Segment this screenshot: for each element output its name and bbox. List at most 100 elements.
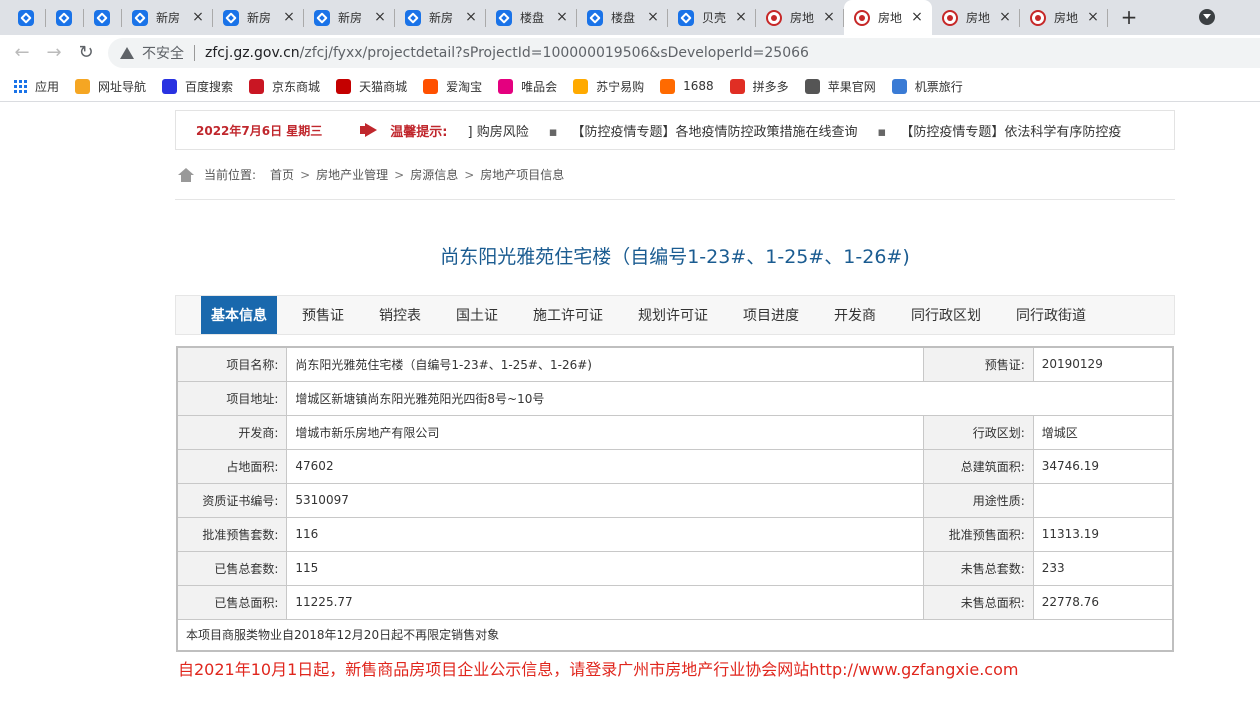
browser-tab-title: 房地: [1054, 11, 1079, 25]
presale-cert-label: 预售证:: [922, 346, 1034, 382]
usage-label: 用途性质:: [922, 482, 1034, 518]
url-separator: [194, 45, 195, 61]
sold-area-value: 11225.77: [286, 584, 924, 620]
browser-tab[interactable]: 楼盘 ×: [486, 0, 577, 35]
tab-planning-permit[interactable]: 规划许可证: [626, 296, 720, 334]
browser-tab-title: 新房: [247, 11, 272, 25]
bookmark-item[interactable]: 爱淘宝: [423, 78, 482, 95]
breadcrumb-divider: [175, 199, 1175, 200]
browser-tab[interactable]: 房地 ×: [844, 0, 932, 35]
new-tab-button[interactable]: +: [1118, 6, 1140, 28]
close-icon[interactable]: ×: [1086, 10, 1100, 24]
bookmark-item[interactable]: 拼多多: [729, 78, 789, 95]
close-icon[interactable]: ×: [373, 10, 387, 24]
url-path: /zfcj/fyxx/projectdetail?sProjectId=1000…: [299, 45, 809, 61]
browser-tab[interactable]: [84, 0, 122, 35]
browser-tab-title: 新房: [338, 11, 363, 25]
browser-tab[interactable]: 房地 ×: [932, 0, 1020, 35]
browser-tab[interactable]: 新房 ×: [122, 0, 213, 35]
approved-area-value: 11313.19: [1032, 516, 1174, 552]
browser-tab[interactable]: [46, 0, 84, 35]
close-icon[interactable]: ×: [734, 10, 748, 24]
qualification-cert-label: 资质证书编号:: [176, 482, 288, 518]
warning-icon[interactable]: [120, 47, 134, 59]
browser-tab-strip: + 新房 × 新房 × 新房 × 新房 × 楼盘 × 楼盘 × 贝壳 × 房地 × 房地 × 房地 × 房地 ×: [0, 0, 1260, 35]
bookmark-item[interactable]: 百度搜索: [162, 78, 233, 95]
address-bar[interactable]: 不安全 zfcj.gz.gov.cn/zfcj/fyxx/projectdeta…: [108, 38, 1260, 68]
bookmark-item[interactable]: 网址导航: [75, 78, 146, 95]
apple-icon: [804, 78, 820, 94]
close-icon[interactable]: ×: [910, 10, 924, 24]
project-address-label: 项目地址:: [176, 380, 288, 416]
browser-tab-title: 房地: [790, 11, 815, 25]
table-row: 已售总面积: 11225.77 未售总面积: 22778.76: [176, 584, 1174, 620]
bookmark-item[interactable]: 苏宁易购: [573, 78, 644, 95]
sold-area-label: 已售总面积:: [176, 584, 288, 620]
tab-same-street[interactable]: 同行政街道: [1004, 296, 1098, 334]
hex-icon: [314, 9, 330, 26]
icon-shape: [316, 11, 328, 24]
hex-icon: [18, 9, 34, 26]
browser-tab[interactable]: 房地 ×: [1020, 0, 1108, 35]
breadcrumb-item-listings[interactable]: 房源信息: [410, 166, 458, 183]
tab-presale-cert[interactable]: 预售证: [290, 296, 356, 334]
browser-tab[interactable]: 新房 ×: [304, 0, 395, 35]
bookmark-item[interactable]: 1688: [660, 78, 714, 94]
unsold-area-value: 22778.76: [1032, 584, 1174, 620]
bookmark-item[interactable]: 机票旅行: [891, 78, 963, 95]
land-area-value: 47602: [286, 448, 924, 484]
bookmark-item[interactable]: 天猫商城: [336, 78, 407, 95]
browser-toolbar: ← → ↻ 不安全 zfcj.gz.gov.cn/zfcj/fyxx/proje…: [0, 35, 1260, 71]
close-icon[interactable]: ×: [998, 10, 1012, 24]
notice-item[interactable]: ] 购房风险: [467, 125, 528, 140]
close-icon[interactable]: ×: [191, 10, 205, 24]
seal-icon: [1030, 9, 1046, 26]
table-row: 批准预售套数: 116 批准预售面积: 11313.19: [176, 516, 1174, 552]
close-icon[interactable]: ×: [822, 10, 836, 24]
page-content: 2022年7月6日 星期三 温馨提示: ] 购房风险 ▪ 【防控疫情专题】各地疫情防…: [0, 102, 1260, 707]
notice-item[interactable]: 【防控疫情专题】各地疫情防控政策措施在线查询: [572, 125, 858, 140]
browser-tab[interactable]: 新房 ×: [395, 0, 486, 35]
reload-icon[interactable]: ↻: [74, 41, 98, 65]
close-icon[interactable]: ×: [646, 10, 660, 24]
browser-tab[interactable]: 楼盘 ×: [577, 0, 668, 35]
approved-units-label: 批准预售套数:: [176, 516, 288, 552]
bookmark-label: 唯品会: [521, 79, 558, 94]
building-area-value: 34746.19: [1032, 448, 1174, 484]
browser-tab[interactable]: 房地 ×: [756, 0, 844, 35]
land-area-label: 占地面积:: [176, 448, 288, 484]
back-arrow-icon[interactable]: ←: [10, 41, 34, 65]
url-text[interactable]: zfcj.gz.gov.cn/zfcj/fyxx/projectdetail?s…: [205, 45, 809, 61]
vip-icon: [498, 78, 514, 94]
bookmark-item[interactable]: 京东商城: [249, 78, 320, 95]
browser-tab[interactable]: 贝壳 ×: [668, 0, 756, 35]
close-icon[interactable]: ×: [282, 10, 296, 24]
breadcrumb-item-real-estate[interactable]: 房地产业管理: [316, 166, 388, 183]
forward-arrow-icon[interactable]: →: [42, 41, 66, 65]
tab-developer[interactable]: 开发商: [822, 296, 888, 334]
breadcrumb-item-project-info[interactable]: 房地产项目信息: [480, 166, 564, 183]
tab-search-icon[interactable]: [1199, 9, 1215, 25]
notice-item[interactable]: 【防控疫情专题】依法科学有序防控疫: [900, 125, 1121, 140]
notice-label: 温馨提示:: [390, 124, 448, 140]
bookmark-item[interactable]: 唯品会: [498, 78, 557, 95]
travel-icon: [891, 78, 907, 94]
bookmark-item[interactable]: 应用: [14, 78, 59, 95]
tab-land-cert[interactable]: 国土证: [444, 296, 510, 334]
breadcrumb-item-home[interactable]: 首页: [270, 166, 294, 183]
bookmark-item[interactable]: 苹果官网: [804, 78, 876, 95]
project-name-label: 项目名称:: [176, 346, 288, 382]
tab-sales-control[interactable]: 销控表: [367, 296, 433, 334]
close-icon[interactable]: ×: [555, 10, 569, 24]
tab-construction-permit[interactable]: 施工许可证: [521, 296, 615, 334]
tab-basic-info[interactable]: 基本信息: [201, 296, 277, 334]
browser-tab[interactable]: 新房 ×: [213, 0, 304, 35]
tab-same-district[interactable]: 同行政区划: [899, 296, 993, 334]
insecure-label[interactable]: 不安全: [142, 43, 184, 63]
close-icon[interactable]: ×: [464, 10, 478, 24]
browser-tab[interactable]: [8, 0, 46, 35]
grid-dot: [24, 84, 27, 88]
page-title: 尚东阳光雅苑住宅楼（自编号1-23#、1-25#、1-26#): [440, 246, 910, 268]
url-host: zfcj.gz.gov.cn: [205, 45, 300, 61]
tab-project-progress[interactable]: 项目进度: [731, 296, 811, 334]
